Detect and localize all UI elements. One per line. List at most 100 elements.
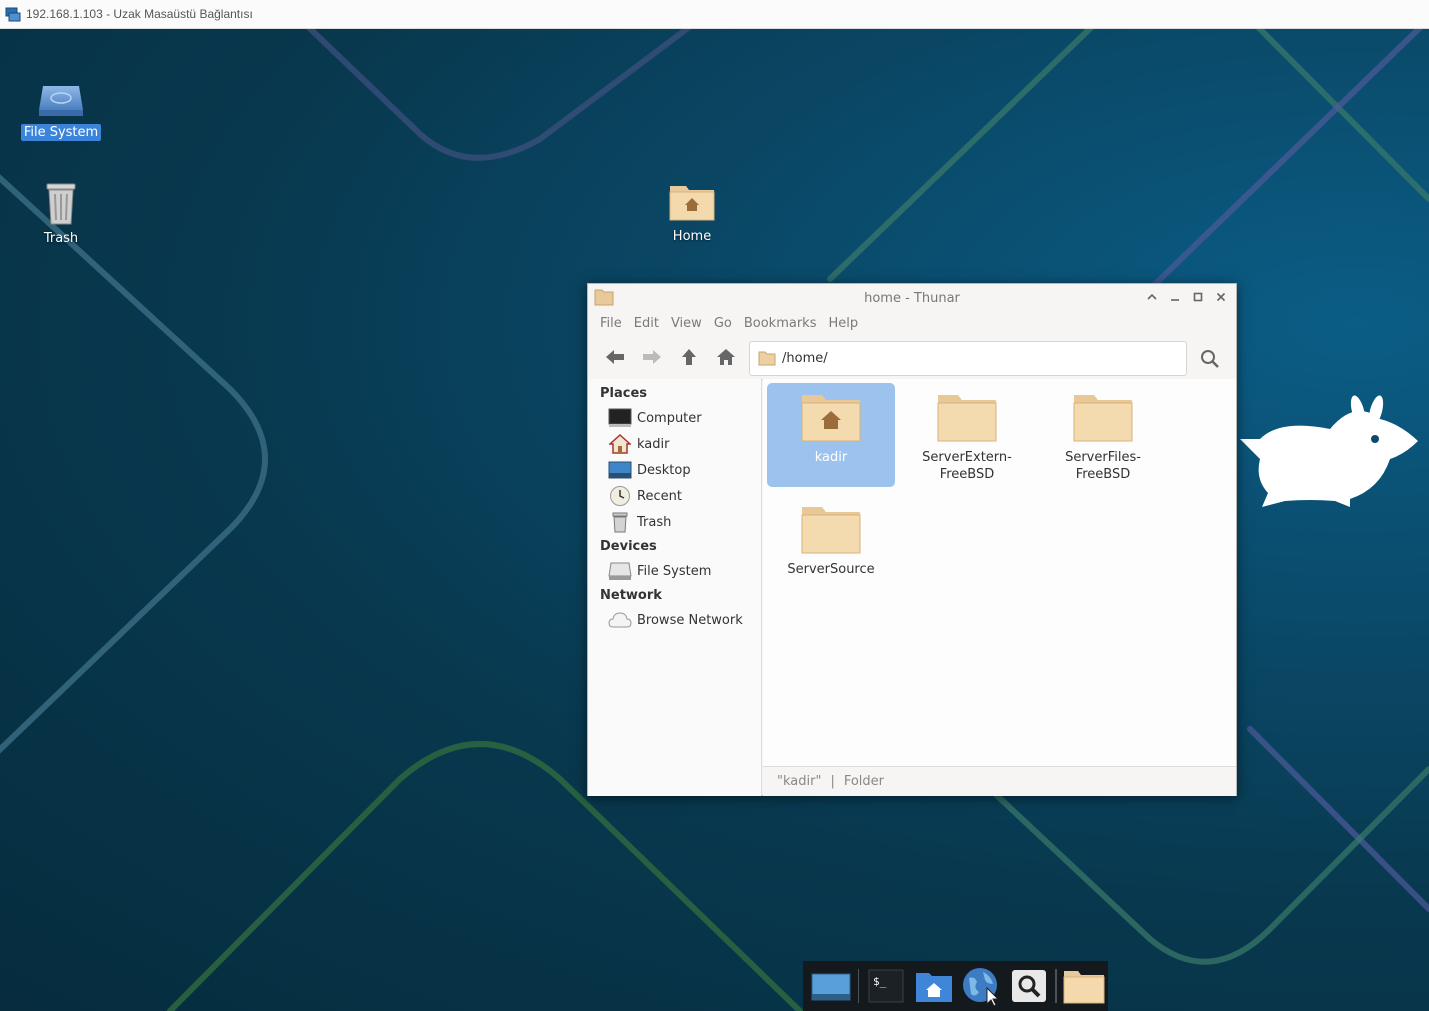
status-bar: "kadir" | Folder [763,766,1236,796]
computer-icon [608,408,632,427]
sidebar-item-label: Recent [637,488,682,504]
thunar-window: home - Thunar File Edit View Go Bookmark… [587,283,1237,796]
trash-icon [46,183,76,225]
close-button[interactable] [1212,288,1230,306]
clock-icon [610,486,630,506]
dock-separator [857,969,860,1003]
arrow-left-icon [606,349,624,364]
dock-file-manager[interactable] [1062,964,1106,1008]
menubar: File Edit View Go Bookmarks Help [588,312,1236,334]
trash-icon [612,512,628,533]
desktop-icon-trash[interactable]: Trash [16,180,106,247]
sidebar-item-computer[interactable]: Computer [588,405,761,431]
window-title: home - Thunar [864,290,960,306]
drive-icon [39,86,83,116]
menu-bookmarks[interactable]: Bookmarks [738,316,823,331]
folder-icon [801,507,861,554]
desktop-icon-label: Home [672,229,712,244]
folder-item[interactable]: ServerSource [767,495,895,599]
sidebar-item-label: Browse Network [637,612,743,628]
file-manager-icon [1063,971,1105,1004]
maximize-icon [1193,292,1203,302]
dock-web-browser[interactable] [959,964,1003,1008]
folder-icon [937,395,997,442]
home-folder-icon [915,973,952,1002]
terminal-icon: $_ [868,969,904,1003]
sidebar-heading-places: Places [600,386,648,401]
window-titlebar[interactable]: home - Thunar [588,284,1236,312]
sidebar-item-label: Trash [637,514,672,530]
show-desktop-icon [811,973,851,1001]
minimize-button[interactable] [1166,288,1184,306]
arrow-right-icon [643,349,661,364]
search-icon [1201,350,1219,368]
home-folder-icon [801,395,861,442]
item-name: kadir [814,450,848,465]
dock-show-desktop[interactable] [809,964,853,1008]
status-selected-name: "kadir" [777,774,822,789]
app-finder-icon [1011,970,1046,1002]
rdp-title: 192.168.1.103 - Uzak Masaüstü Bağlantısı [26,7,253,21]
web-browser-icon [963,968,1000,1006]
menu-go[interactable]: Go [708,316,738,331]
sidebar-item-browse-network[interactable]: Browse Network [588,607,761,633]
remote-desktop-icon [5,7,21,22]
item-name: ServerFiles-FreeBSD [1065,450,1141,482]
sidebar-item-label: Computer [637,410,702,426]
menu-view[interactable]: View [665,316,708,331]
drive-icon [608,562,632,580]
folder-icon [758,351,776,366]
network-icon [608,612,632,628]
dock-terminal[interactable]: $_ [864,964,908,1008]
status-type: Folder [843,774,885,789]
location-bar[interactable]: /home/ [749,341,1187,376]
sidebar-heading-devices: Devices [600,539,657,554]
desktop-icon-home[interactable]: Home [647,180,737,245]
sidebar-item-file-system[interactable]: File System [588,558,761,584]
sidebar-item-label: Desktop [637,462,691,478]
sidebar-item-recent[interactable]: Recent [588,483,761,509]
dock: $_ [803,961,1108,1011]
sidebar-item-kadir[interactable]: kadir [588,431,761,457]
folder-icon [1073,395,1133,442]
sidebar-item-label: kadir [637,436,670,452]
folder-icon [594,289,614,306]
search-button[interactable] [1196,345,1224,373]
dock-app-finder[interactable] [1007,964,1051,1008]
back-button[interactable] [598,342,632,372]
desktop-icon-file-system[interactable]: File System [16,80,106,141]
shade-button[interactable] [1143,288,1161,306]
minimize-icon [1171,299,1179,301]
item-name: ServerSource [787,562,875,577]
item-name: ServerExtern-FreeBSD [922,450,1012,482]
home-icon [609,434,631,454]
arrow-up-icon [682,348,696,365]
desktop-icon-label: Trash [43,231,79,246]
folder-item[interactable]: ServerExtern-FreeBSD [903,383,1031,487]
desktop-icon-label: File System [20,124,102,141]
menu-edit[interactable]: Edit [628,316,665,331]
home-folder-icon [669,186,715,221]
dock-separator [1055,969,1058,1003]
sidebar-heading-network: Network [600,588,662,603]
maximize-button[interactable] [1189,288,1207,306]
menu-file[interactable]: File [594,316,628,331]
parent-folder-button[interactable] [672,342,706,372]
sidebar-item-desktop[interactable]: Desktop [588,457,761,483]
menu-help[interactable]: Help [822,316,864,331]
sidebar-item-trash[interactable]: Trash [588,509,761,535]
dock-home[interactable] [912,964,956,1008]
folder-item[interactable]: ServerFiles-FreeBSD [1039,383,1167,487]
svg-text:$_: $_ [873,975,887,988]
forward-button[interactable] [635,342,669,372]
file-view[interactable]: kadir ServerExtern-FreeBSD ServerFiles-F… [763,379,1236,766]
folder-item[interactable]: kadir [767,383,895,487]
chevron-up-icon [1147,293,1157,300]
location-path: /home/ [782,351,828,366]
sidebar: Places Computer kadir Desktop Recent Tra… [588,379,762,796]
rdp-title-bar: 192.168.1.103 - Uzak Masaüstü Bağlantısı [0,0,1429,29]
sidebar-item-label: File System [637,563,712,579]
close-icon [1216,292,1226,302]
home-icon [717,348,735,365]
home-button[interactable] [709,342,743,372]
